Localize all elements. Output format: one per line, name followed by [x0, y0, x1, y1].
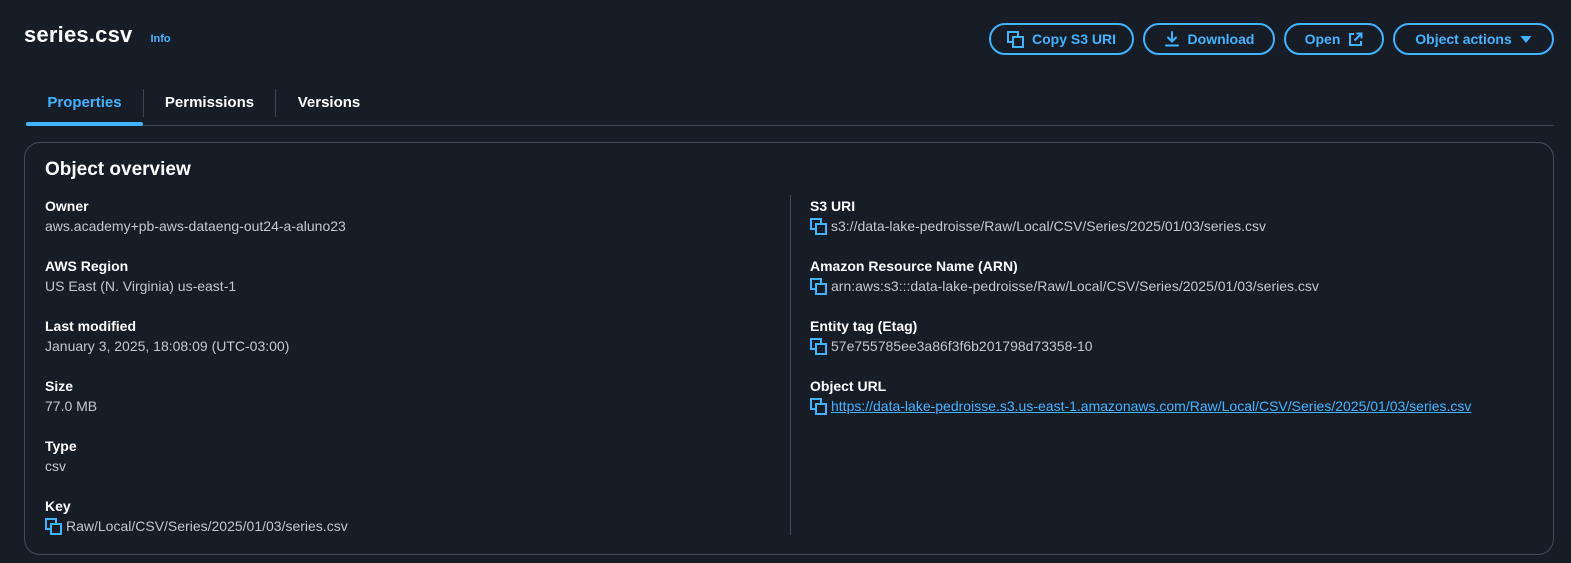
copy-key-icon[interactable] — [45, 517, 62, 535]
info-link[interactable]: Info — [150, 33, 170, 45]
object-actions-label: Object actions — [1415, 31, 1512, 47]
tab-properties[interactable]: Properties — [26, 80, 143, 126]
region-value: US East (N. Virginia) us-east-1 — [45, 278, 237, 294]
tab-permissions-label: Permissions — [164, 93, 255, 111]
copy-icon — [1007, 30, 1024, 48]
tab-properties-label: Properties — [47, 93, 122, 111]
s3-uri-value-row: s3://data-lake-pedroisse/Raw/Local/CSV/S… — [810, 217, 1266, 235]
object-url-field: Object URL https://data-lake-pedroisse.s… — [810, 377, 1471, 415]
size-value: 77.0 MB — [45, 398, 98, 414]
tab-versions[interactable]: Versions — [276, 80, 382, 124]
etag-label: Entity tag (Etag) — [810, 318, 918, 334]
download-button[interactable]: Download — [1143, 23, 1275, 55]
object-url-link[interactable]: https://data-lake-pedroisse.s3.us-east-1… — [831, 397, 1471, 415]
copy-arn-icon[interactable] — [810, 277, 827, 295]
last-modified-field: Last modified January 3, 2025, 18:08:09 … — [45, 317, 289, 355]
download-icon — [1164, 31, 1179, 47]
s3-uri-label: S3 URI — [810, 198, 856, 214]
copy-s3-uri-label: Copy S3 URI — [1032, 31, 1117, 47]
owner-value: aws.academy+pb-aws-dataeng-out24-a-aluno… — [45, 218, 346, 234]
tab-permissions[interactable]: Permissions — [144, 80, 275, 124]
last-modified-label: Last modified — [45, 318, 137, 334]
copy-s3-uri-button[interactable]: Copy S3 URI — [989, 23, 1134, 55]
object-actions-dropdown[interactable]: Object actions — [1393, 23, 1554, 55]
object-url-value-row: https://data-lake-pedroisse.s3.us-east-1… — [810, 397, 1471, 415]
type-field: Type csv — [45, 437, 77, 475]
caret-down-icon — [1520, 35, 1532, 43]
copy-s3-uri-icon[interactable] — [810, 217, 827, 235]
etag-value-row: 57e755785ee3a86f3f6b201798d73358-10 — [810, 337, 1093, 355]
key-value-row: Raw/Local/CSV/Series/2025/01/03/series.c… — [45, 517, 348, 535]
arn-value-row: arn:aws:s3:::data-lake-pedroisse/Raw/Loc… — [810, 277, 1319, 295]
s3-uri-field: S3 URI s3://data-lake-pedroisse/Raw/Loca… — [810, 197, 1266, 235]
tab-list: Properties Permissions Versions — [26, 80, 1554, 126]
external-link-icon — [1349, 32, 1363, 46]
etag-field: Entity tag (Etag) 57e755785ee3a86f3f6b20… — [810, 317, 1093, 355]
type-label: Type — [45, 438, 77, 454]
size-field: Size 77.0 MB — [45, 377, 97, 415]
download-label: Download — [1187, 31, 1255, 47]
page-title: series.csv — [24, 22, 133, 47]
region-field: AWS Region US East (N. Virginia) us-east… — [45, 257, 236, 295]
page-header: series.csv Info — [24, 22, 171, 48]
key-label: Key — [45, 498, 71, 514]
type-value: csv — [45, 458, 66, 474]
panel-title: Object overview — [45, 159, 191, 180]
open-label: Open — [1304, 31, 1341, 47]
region-label: AWS Region — [45, 258, 129, 274]
arn-label: Amazon Resource Name (ARN) — [810, 258, 1018, 274]
tab-versions-label: Versions — [297, 93, 361, 111]
open-button[interactable]: Open — [1284, 23, 1384, 55]
copy-object-url-icon[interactable] — [810, 397, 827, 415]
key-value: Raw/Local/CSV/Series/2025/01/03/series.c… — [66, 518, 348, 534]
arn-value: arn:aws:s3:::data-lake-pedroisse/Raw/Loc… — [831, 278, 1319, 294]
arn-field: Amazon Resource Name (ARN) arn:aws:s3:::… — [810, 257, 1319, 295]
object-overview-panel: Object overview Owner aws.academy+pb-aws… — [24, 142, 1554, 555]
key-field: Key Raw/Local/CSV/Series/2025/01/03/seri… — [45, 497, 348, 535]
copy-etag-icon[interactable] — [810, 337, 827, 355]
size-label: Size — [45, 378, 74, 394]
s3-uri-value: s3://data-lake-pedroisse/Raw/Local/CSV/S… — [831, 218, 1266, 234]
header-actions: Copy S3 URI Download Open Object actions — [989, 23, 1554, 55]
owner-field: Owner aws.academy+pb-aws-dataeng-out24-a… — [45, 197, 346, 235]
object-url-label: Object URL — [810, 378, 887, 394]
etag-value: 57e755785ee3a86f3f6b201798d73358-10 — [831, 338, 1093, 354]
last-modified-value: January 3, 2025, 18:08:09 (UTC-03:00) — [45, 338, 290, 354]
owner-label: Owner — [45, 198, 89, 214]
column-divider — [790, 195, 791, 535]
